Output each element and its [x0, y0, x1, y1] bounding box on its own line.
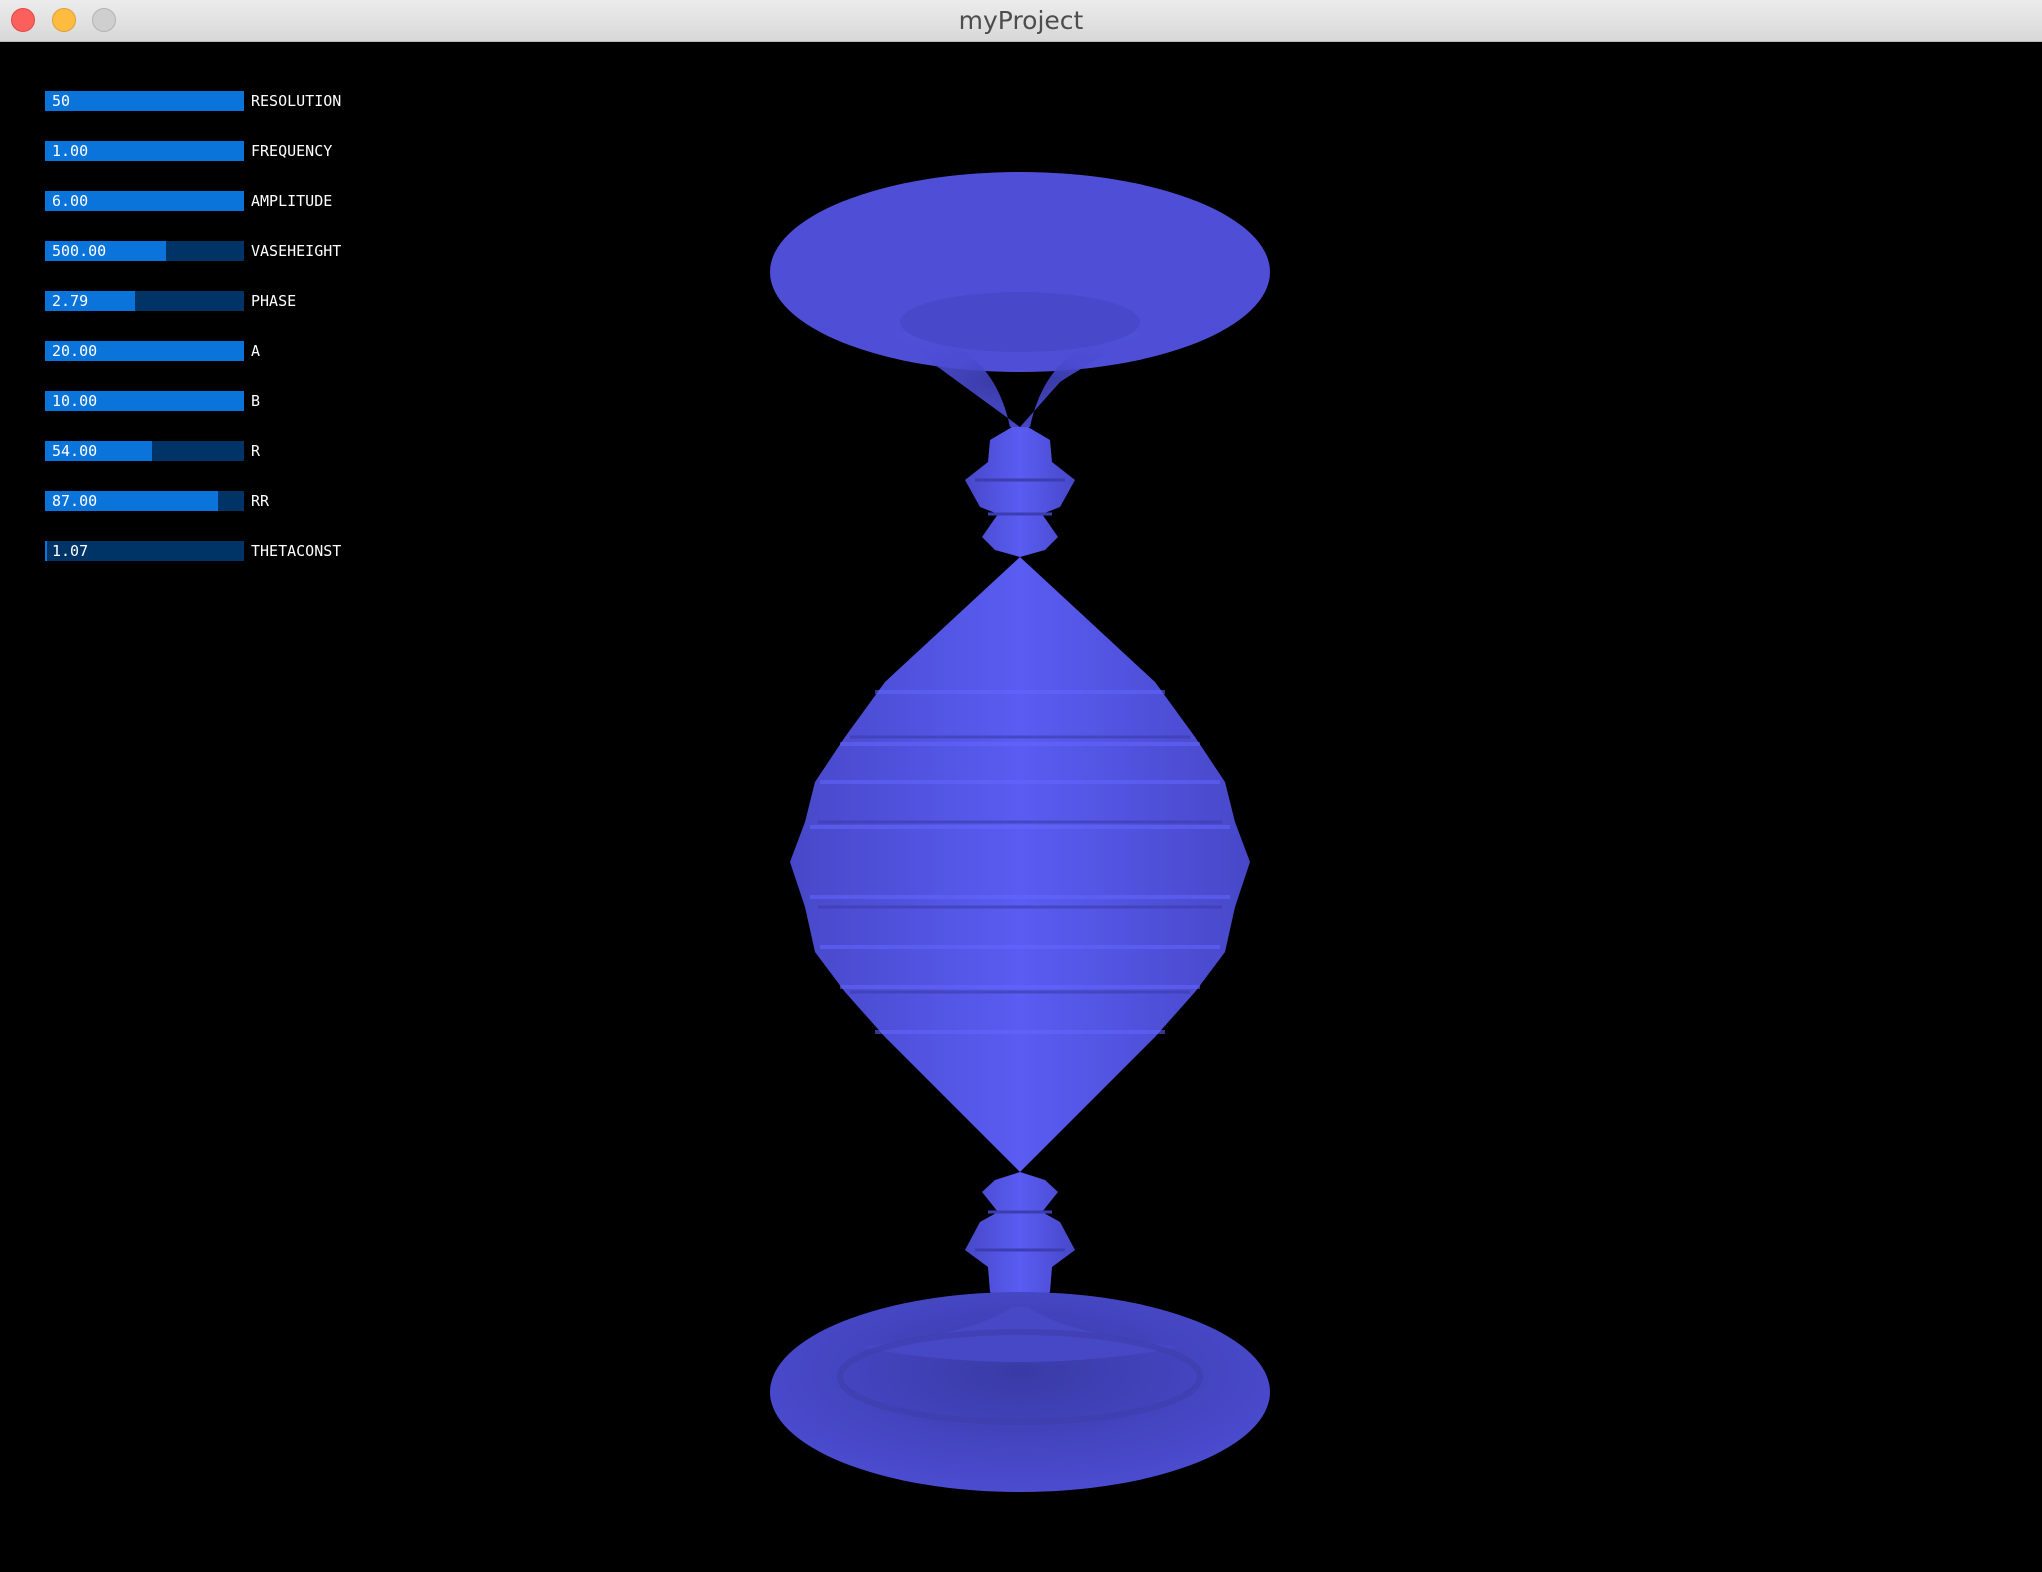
slider-rr[interactable]: 87.00 RR	[45, 491, 395, 511]
vase-upper-knot	[965, 427, 1075, 557]
slider-value: 1.07	[52, 542, 89, 560]
title-bar[interactable]: myProject	[0, 0, 2042, 42]
slider-amplitude[interactable]: 6.00 AMPLITUDE	[45, 191, 395, 211]
vase-lower-knot	[965, 1172, 1075, 1307]
slider-value: 6.00	[52, 192, 89, 210]
slider-value: 500.00	[52, 242, 107, 260]
slider-fill	[45, 541, 47, 561]
slider-label: RESOLUTION	[251, 92, 342, 110]
slider-resolution[interactable]: 50 RESOLUTION	[45, 91, 395, 111]
slider-label: A	[251, 342, 261, 360]
slider-label: FREQUENCY	[251, 142, 333, 160]
slider-value: 2.79	[52, 292, 89, 310]
slider-r[interactable]: 54.00 R	[45, 441, 395, 461]
slider-value: 1.00	[52, 142, 89, 160]
slider-label: AMPLITUDE	[251, 192, 333, 210]
vase-body	[790, 557, 1250, 1172]
slider-phase[interactable]: 2.79 PHASE	[45, 291, 395, 311]
slider-value: 20.00	[52, 342, 98, 360]
vase-3d-render[interactable]	[760, 162, 1280, 1502]
slider-frequency[interactable]: 1.00 FREQUENCY	[45, 141, 395, 161]
slider-thetaconst[interactable]: 1.07 THETACONST	[45, 541, 395, 561]
slider-value: 50	[52, 92, 71, 110]
slider-track[interactable]	[45, 91, 244, 111]
slider-label: VASEHEIGHT	[251, 242, 342, 260]
slider-label: RR	[251, 492, 270, 510]
slider-value: 54.00	[52, 442, 98, 460]
app-window: myProject 50 RESOLUTION 1.00 FREQUENCY 6…	[0, 0, 2042, 1572]
sketch-canvas[interactable]: 50 RESOLUTION 1.00 FREQUENCY 6.00 AMPLIT…	[0, 42, 2042, 1572]
slider-label: PHASE	[251, 292, 297, 310]
slider-value: 10.00	[52, 392, 98, 410]
slider-panel: 50 RESOLUTION 1.00 FREQUENCY 6.00 AMPLIT…	[0, 42, 400, 642]
slider-fill	[45, 91, 244, 111]
window-title: myProject	[958, 6, 1084, 35]
slider-label: R	[251, 442, 261, 460]
slider-b[interactable]: 10.00 B	[45, 391, 395, 411]
vase-top-inner	[900, 292, 1140, 352]
slider-label: B	[251, 392, 261, 410]
slider-vaseheight[interactable]: 500.00 VASEHEIGHT	[45, 241, 395, 261]
slider-value: 87.00	[52, 492, 98, 510]
slider-a[interactable]: 20.00 A	[45, 341, 395, 361]
slider-label: THETACONST	[251, 542, 342, 560]
